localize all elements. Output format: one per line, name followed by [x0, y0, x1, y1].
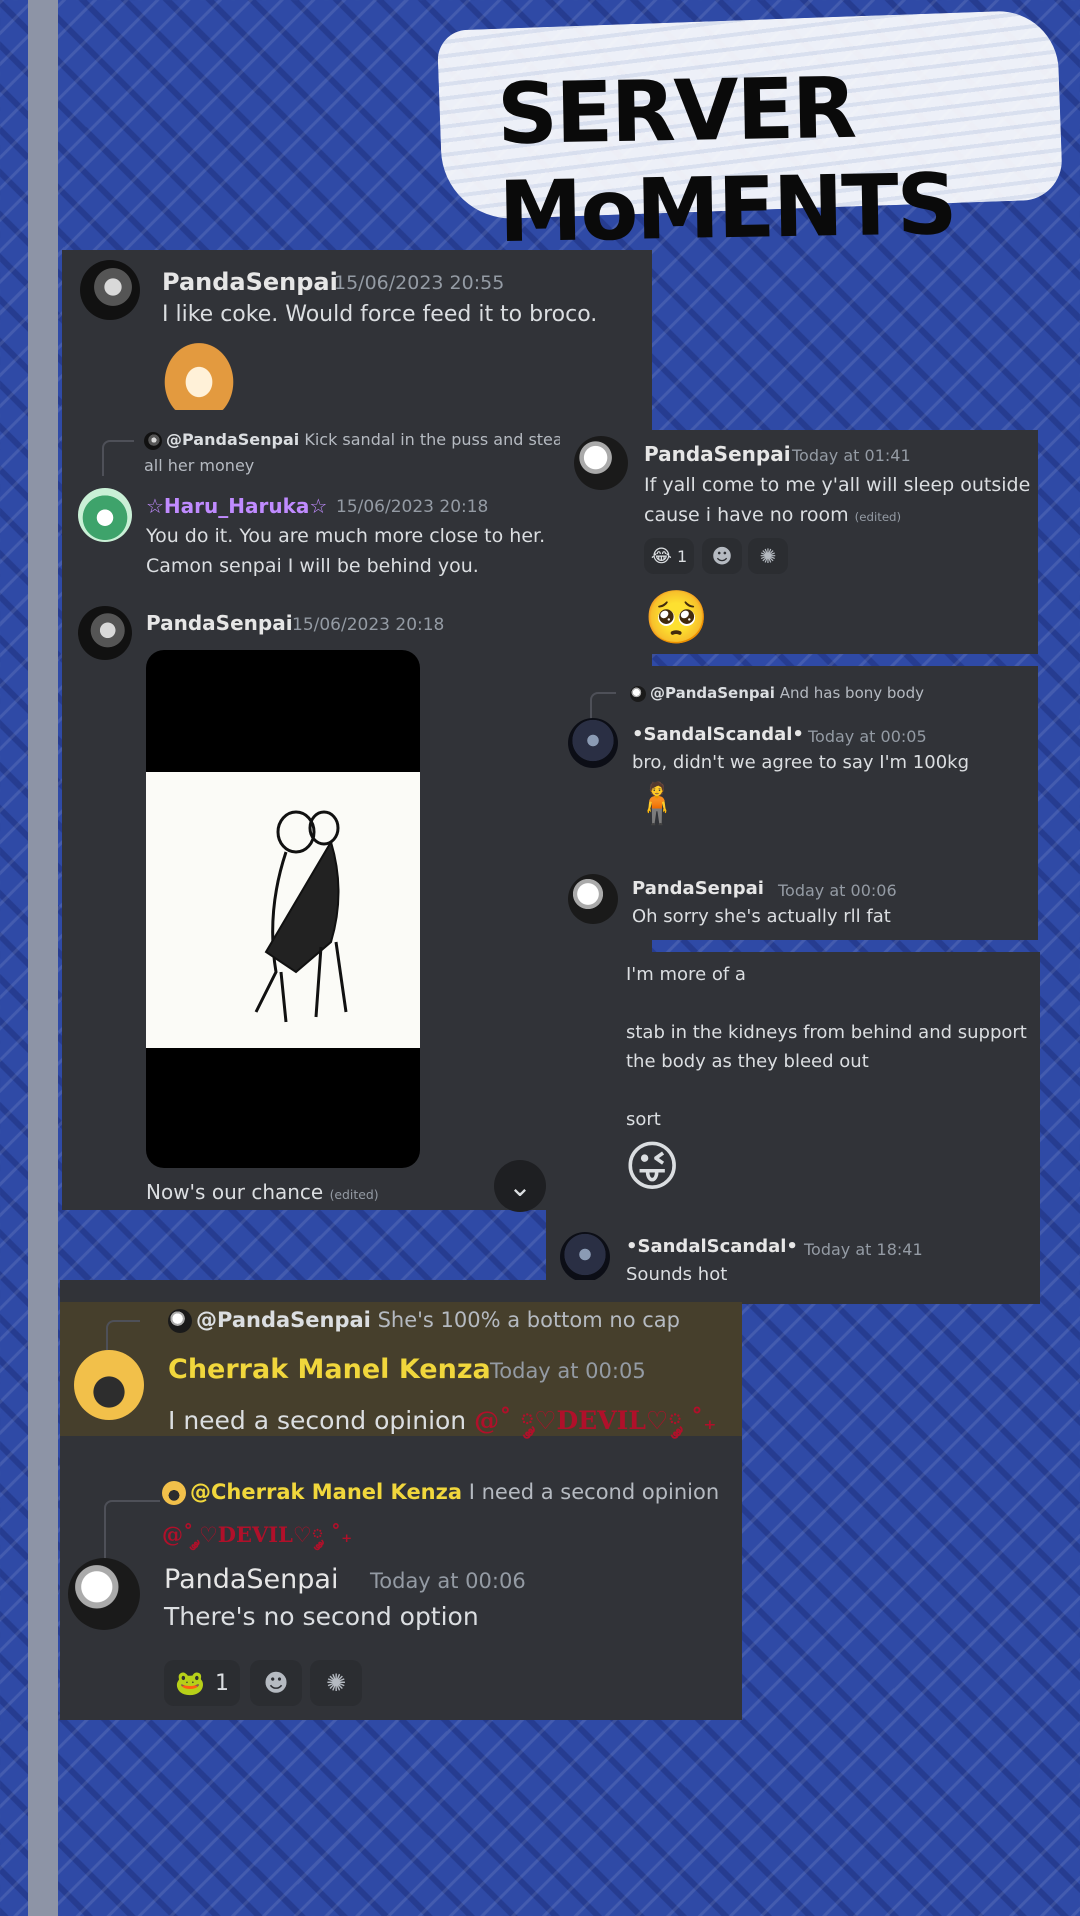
username[interactable]: PandaSenpai: [146, 611, 293, 635]
devil-mention[interactable]: @˚ ༘♡DEVIL♡༘ ˚₊: [474, 1406, 716, 1435]
page-title: SERVER MoMENTS: [496, 58, 957, 262]
message-text: sort: [626, 1109, 661, 1130]
mini-avatar: [144, 431, 162, 450]
avatar[interactable]: [78, 488, 132, 542]
timestamp: Today at 18:41: [804, 1240, 923, 1259]
add-super-reaction-icon[interactable]: ✺: [310, 1660, 362, 1706]
message-text: the body as they bleed out: [626, 1051, 869, 1072]
message-text: Oh sorry she's actually rll fat: [632, 906, 891, 927]
reply-connector: [102, 440, 134, 476]
username[interactable]: Cherrak Manel Kenza: [168, 1354, 491, 1385]
left-edge-bar: [28, 0, 58, 1916]
timestamp: Today at 00:06: [370, 1569, 526, 1593]
add-reaction-icon[interactable]: ☻: [250, 1660, 302, 1706]
avatar[interactable]: [80, 260, 140, 320]
avatar[interactable]: [574, 436, 628, 490]
message-text: Now's our chance (edited): [146, 1180, 379, 1204]
timestamp: Today at 01:41: [792, 446, 911, 465]
sketch-figure-drawing: [254, 810, 348, 1023]
username[interactable]: PandaSenpai: [632, 878, 764, 899]
avatar[interactable]: [568, 874, 618, 924]
video-frame: [146, 772, 420, 1048]
username[interactable]: ☆Haru_Haruka☆: [146, 494, 327, 518]
message-text: There's no second option: [164, 1602, 479, 1631]
avatar[interactable]: [74, 1350, 144, 1420]
reply-preview-cont: @˚ ༘♡DEVIL♡༘ ˚₊: [162, 1522, 353, 1547]
winking-tongue-emoji: 😜: [624, 1135, 681, 1198]
username[interactable]: •SandalScandal•: [626, 1236, 798, 1257]
username[interactable]: PandaSenpai: [644, 442, 791, 466]
chat-card: PandaSenpai Today at 01:41 If yall come …: [560, 430, 1038, 654]
username[interactable]: PandaSenpai: [164, 1564, 338, 1595]
shiba-sticker[interactable]: [162, 340, 236, 410]
video-attachment[interactable]: [146, 650, 420, 1168]
message-text: You do it. You are much more close to he…: [146, 525, 546, 547]
message-text: I like coke. Would force feed it to broc…: [162, 302, 598, 327]
reply-preview[interactable]: @PandaSenpai She's 100% a bottom no cap: [168, 1308, 680, 1333]
timestamp: Today at 00:06: [778, 881, 897, 900]
username[interactable]: PandaSenpai: [162, 268, 338, 296]
reply-preview[interactable]: @Cherrak Manel Kenza I need a second opi…: [162, 1480, 719, 1505]
avatar[interactable]: [568, 718, 618, 768]
timestamp: 15/06/2023 20:55: [334, 272, 505, 294]
message-text: stab in the kidneys from behind and supp…: [626, 1022, 1027, 1043]
reply-preview-cont: all her money: [144, 456, 255, 475]
username[interactable]: •SandalScandal•: [632, 724, 804, 745]
reply-preview[interactable]: @PandaSenpai Kick sandal in the puss and…: [144, 430, 567, 450]
avatar[interactable]: [68, 1558, 140, 1630]
avatar[interactable]: [560, 1232, 610, 1282]
message-text: I need a second opinion @˚ ༘♡DEVIL♡༘ ˚₊: [168, 1406, 717, 1435]
message-text: I'm more of a: [626, 964, 746, 985]
chat-card: I'm more of a stab in the kidneys from b…: [546, 952, 1040, 1304]
chat-card: @PandaSenpai And has bony body •SandalSc…: [560, 666, 1038, 940]
reply-connector: [590, 692, 616, 720]
timestamp: 15/06/2023 20:18: [336, 497, 489, 517]
add-reaction-icon[interactable]: ☻: [702, 538, 742, 574]
message-text: bro, didn't we agree to say I'm 100kg: [632, 752, 970, 773]
message-text: Camon senpai I will be behind you.: [146, 555, 479, 577]
message-text: If yall come to me y'all will sleep outs…: [644, 474, 1031, 496]
person-standing-emoji: 🧍: [632, 781, 682, 827]
reaction-laugh[interactable]: 😂 1: [644, 538, 694, 574]
mini-avatar: [630, 685, 646, 702]
chevron-down-icon[interactable]: ⌄: [494, 1160, 546, 1212]
reply-connector: [106, 1320, 140, 1350]
reply-preview[interactable]: @PandaSenpai And has bony body: [630, 684, 924, 702]
chat-card: @PandaSenpai She's 100% a bottom no cap …: [60, 1280, 742, 1720]
timestamp: 15/06/2023 20:18: [292, 615, 445, 635]
mini-avatar: [162, 1481, 186, 1505]
timestamp: Today at 00:05: [808, 727, 927, 746]
add-super-reaction-icon[interactable]: ✺: [748, 538, 788, 574]
timestamp: Today at 00:05: [490, 1359, 646, 1383]
mini-avatar: [168, 1309, 192, 1333]
pleading-face-emoji: 🥺: [644, 588, 709, 648]
reaction-pepe[interactable]: 🐸 1: [164, 1660, 240, 1706]
avatar[interactable]: [78, 606, 132, 660]
message-text: cause i have no room (edited): [644, 504, 902, 526]
